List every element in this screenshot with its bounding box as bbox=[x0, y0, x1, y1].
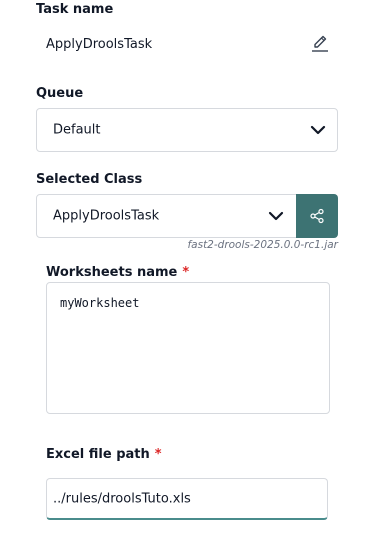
task-name-label: Task name bbox=[36, 2, 114, 17]
worksheets-name-textarea[interactable]: myWorksheet bbox=[46, 282, 330, 414]
chevron-down-icon bbox=[268, 211, 284, 221]
required-mark: * bbox=[154, 447, 162, 462]
queue-label: Queue bbox=[36, 86, 84, 101]
queue-selected-value: Default bbox=[53, 122, 101, 138]
excel-file-path-value: ../rules/droolsTuto.xls bbox=[53, 491, 191, 506]
class-selected-value: ApplyDroolsTask bbox=[53, 208, 160, 224]
chevron-down-icon bbox=[310, 125, 326, 135]
selected-class-label: Selected Class bbox=[36, 172, 143, 187]
jar-filename: fast2-drools-2025.0.0-rc1.jar bbox=[187, 239, 338, 251]
excel-file-path-label: Excel file path * bbox=[46, 447, 162, 462]
class-select[interactable]: ApplyDroolsTask bbox=[36, 194, 297, 238]
task-name-value: ApplyDroolsTask bbox=[46, 37, 153, 52]
share-icon bbox=[310, 208, 324, 224]
share-button[interactable] bbox=[296, 194, 338, 238]
worksheets-name-label: Worksheets name * bbox=[46, 265, 190, 280]
excel-file-path-input[interactable]: ../rules/droolsTuto.xls bbox=[46, 478, 328, 520]
required-mark: * bbox=[182, 265, 190, 280]
pencil-icon[interactable] bbox=[310, 33, 330, 53]
queue-select[interactable]: Default bbox=[36, 108, 338, 152]
